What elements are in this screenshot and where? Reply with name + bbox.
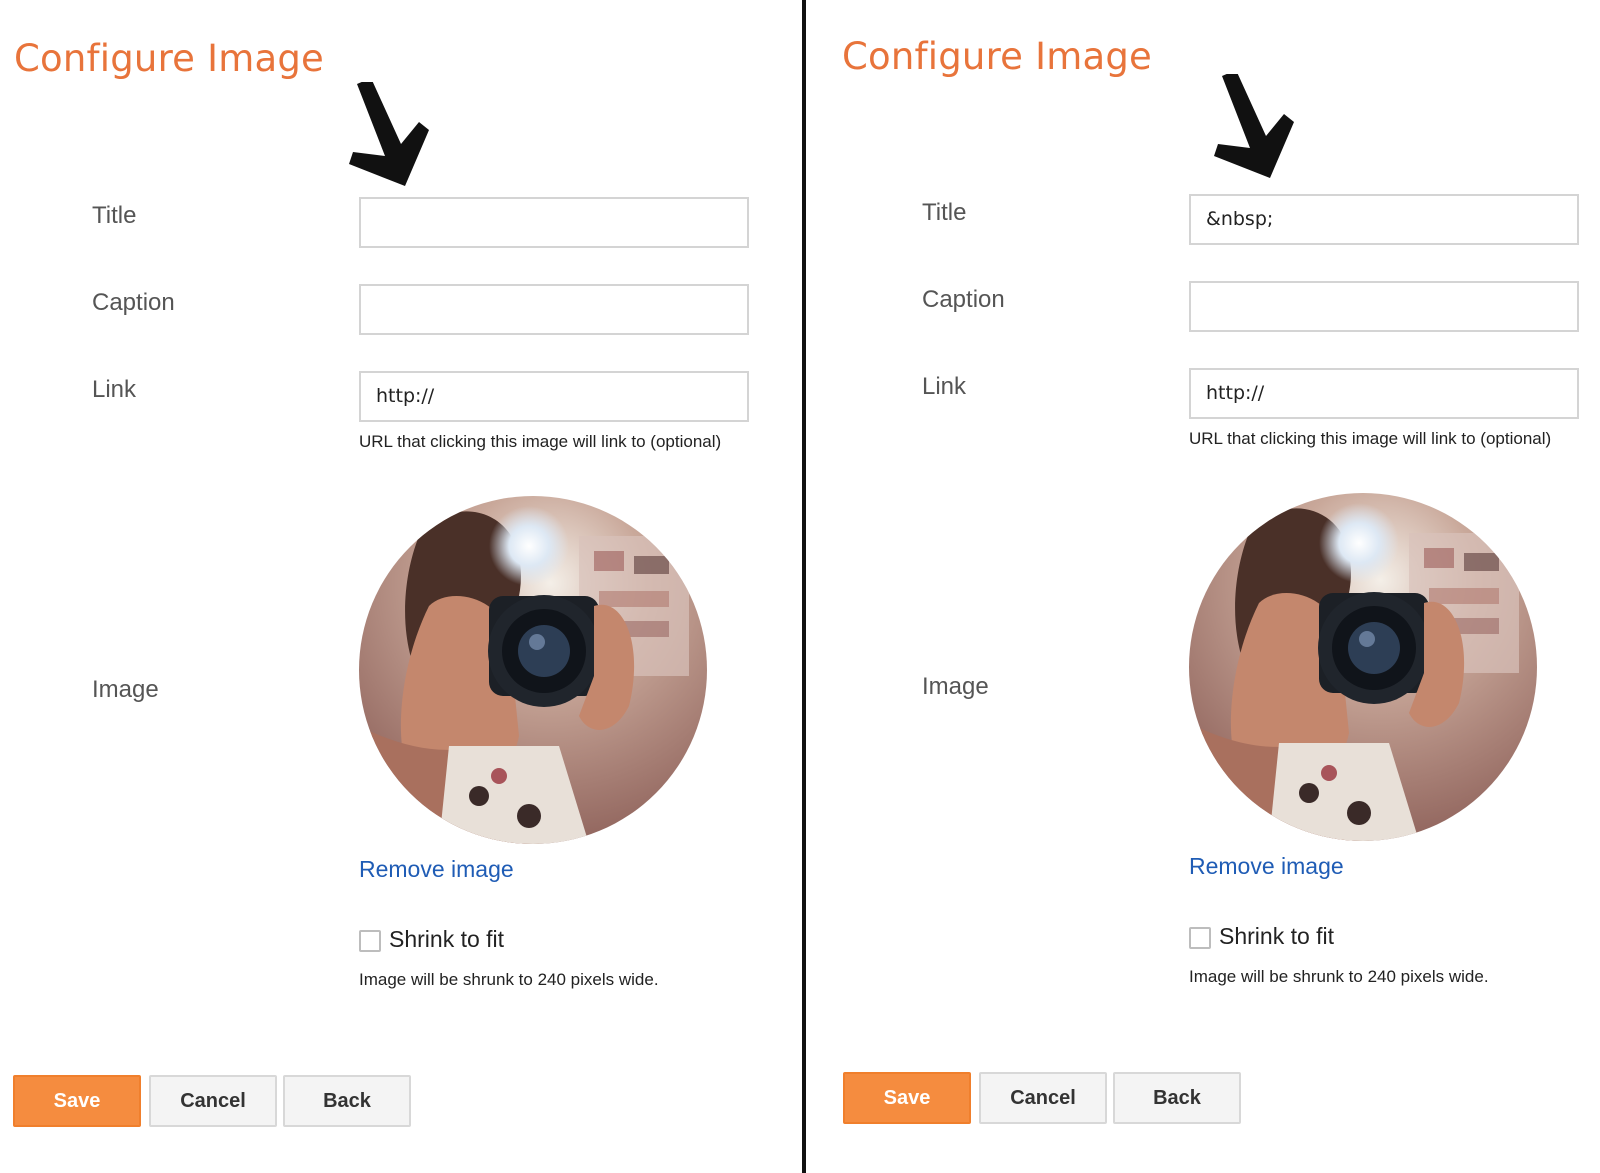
- link-label: Link: [922, 373, 967, 400]
- shrink-to-fit-label[interactable]: Shrink to fit: [1219, 923, 1334, 950]
- caption-label: Caption: [922, 286, 1005, 313]
- image-label: Image: [922, 673, 989, 700]
- panel-divider: [802, 0, 806, 1173]
- shrink-to-fit-label[interactable]: Shrink to fit: [389, 926, 504, 953]
- cancel-button[interactable]: Cancel: [979, 1072, 1107, 1124]
- page-title: Configure Image: [14, 37, 324, 80]
- title-input[interactable]: &nbsp;: [1189, 194, 1579, 245]
- remove-image-link[interactable]: Remove image: [1189, 853, 1344, 880]
- caption-label: Caption: [92, 289, 175, 316]
- link-input[interactable]: http://: [1189, 368, 1579, 419]
- title-label: Title: [922, 199, 967, 226]
- remove-image-link[interactable]: Remove image: [359, 856, 514, 883]
- page-title: Configure Image: [842, 35, 1152, 78]
- title-label: Title: [92, 202, 137, 229]
- image-preview: [359, 496, 707, 844]
- configure-image-panel-left: Configure Image Title Caption Link http:…: [0, 0, 795, 1173]
- title-input[interactable]: [359, 197, 749, 248]
- caption-input[interactable]: [1189, 281, 1579, 332]
- configure-image-panel-right: Configure Image Title &nbsp; Caption Lin…: [830, 0, 1600, 1173]
- link-label: Link: [92, 376, 137, 403]
- shrink-help-text: Image will be shrunk to 240 pixels wide.: [1189, 967, 1489, 986]
- arrow-down-right-icon: [349, 82, 429, 186]
- shrink-to-fit-checkbox[interactable]: [359, 930, 381, 952]
- image-preview: [1189, 493, 1537, 841]
- link-help-text: URL that clicking this image will link t…: [1189, 429, 1552, 448]
- back-button[interactable]: Back: [1113, 1072, 1241, 1124]
- caption-input[interactable]: [359, 284, 749, 335]
- arrow-down-right-icon: [1214, 74, 1294, 178]
- save-button[interactable]: Save: [13, 1075, 141, 1127]
- back-button[interactable]: Back: [283, 1075, 411, 1127]
- photo-illustration: [1189, 493, 1537, 841]
- shrink-to-fit-checkbox[interactable]: [1189, 927, 1211, 949]
- link-help-text: URL that clicking this image will link t…: [359, 432, 722, 451]
- save-button[interactable]: Save: [843, 1072, 971, 1124]
- photo-illustration: [359, 496, 707, 844]
- link-input[interactable]: http://: [359, 371, 749, 422]
- shrink-help-text: Image will be shrunk to 240 pixels wide.: [359, 970, 659, 989]
- cancel-button[interactable]: Cancel: [149, 1075, 277, 1127]
- image-label: Image: [92, 676, 159, 703]
